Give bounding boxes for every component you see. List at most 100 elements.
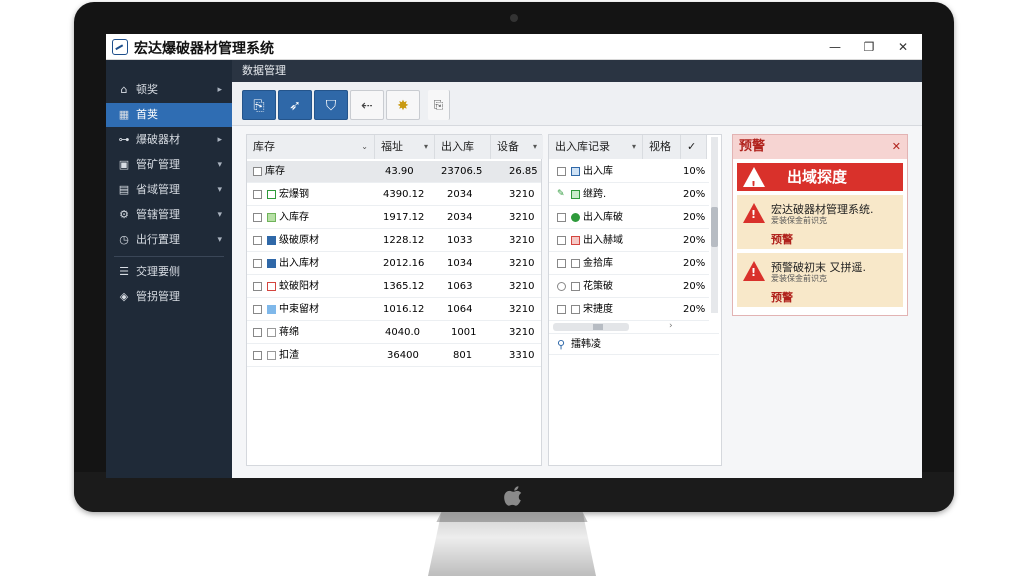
- row-checkbox[interactable]: [253, 167, 262, 176]
- table-row[interactable]: 中束留材 1016.12 1064 3210: [247, 299, 541, 321]
- transfer-icon: ⇠: [361, 98, 373, 114]
- row-checkbox[interactable]: [253, 351, 262, 360]
- column-header[interactable]: 福址 ▾: [375, 135, 435, 159]
- list-item[interactable]: 出入库破 20%: [549, 207, 709, 229]
- column-header[interactable]: ✓: [681, 135, 707, 159]
- red-box-icon: [571, 236, 580, 245]
- list-item[interactable]: 宋捷度 20%: [549, 299, 709, 321]
- alert-title: 预警 ✕: [733, 135, 907, 159]
- close-button[interactable]: ✕: [892, 37, 914, 57]
- row-checkbox[interactable]: [253, 236, 262, 245]
- row-checkbox[interactable]: [557, 259, 566, 268]
- sidebar-item-region[interactable]: ▤ 省域管理 ▾: [106, 178, 232, 202]
- table-row[interactable]: 扣渣 36400 801 3310: [247, 345, 541, 367]
- red-box-icon: [267, 282, 276, 291]
- sitemap-icon: ⊶: [118, 133, 130, 146]
- vertical-scrollbar[interactable]: [711, 137, 718, 313]
- sidebar-item-label: 管拐管理: [136, 290, 180, 303]
- box-icon: ▣: [118, 158, 130, 171]
- lightblue-box-icon: [267, 305, 276, 314]
- sidebar-item-mine[interactable]: ▣ 管矿管理 ▾: [106, 153, 232, 177]
- app-window: 宏达爆破器材管理系统 — ❐ ✕ ⌂ 顿奖 ▸ ▦ 首荚 ⊶ 爆破器材 ▸ ▣ …: [106, 34, 922, 478]
- table-row[interactable]: 出入库材 2012.16 1034 3210: [247, 253, 541, 275]
- search-label: 擂韩凌: [571, 339, 601, 350]
- sort-icon: ▾: [631, 142, 636, 151]
- row-checkbox[interactable]: [253, 213, 262, 222]
- rocket-icon: ➶: [289, 98, 301, 114]
- blue-box-icon: [267, 259, 276, 268]
- rocket-button[interactable]: ➶: [278, 90, 312, 120]
- alert-card[interactable]: ! 预警破初末 又拼遥. 爱装保金前识克 预警: [737, 253, 903, 307]
- scrollbar-thumb[interactable]: [711, 207, 718, 247]
- alert-banner: ! 出域探度: [737, 163, 903, 192]
- search-row[interactable]: ⚲ 擂韩凌: [549, 333, 719, 355]
- filter-button[interactable]: ⛉: [314, 90, 348, 120]
- table-row[interactable]: 级破原材 1228.12 1033 3210: [247, 230, 541, 252]
- table-row[interactable]: 入库存 1917.12 2034 3210: [247, 207, 541, 229]
- chevron-right-icon: ▸: [217, 85, 222, 95]
- chevron-down-icon: ▾: [217, 235, 222, 245]
- list-item[interactable]: 出入库 10%: [549, 161, 709, 183]
- table-row[interactable]: 蒋绵 4040.0 1001 3210: [247, 322, 541, 344]
- sidebar-item-label: 首荚: [136, 108, 158, 121]
- row-checkbox[interactable]: [253, 259, 262, 268]
- row-checkbox[interactable]: [571, 259, 580, 268]
- sidebar-item-travel[interactable]: ◷ 出行置理 ▾: [106, 228, 232, 252]
- row-checkbox[interactable]: [253, 190, 262, 199]
- column-header[interactable]: 出入库: [435, 135, 491, 159]
- row-checkbox[interactable]: [557, 167, 566, 176]
- filter-icon: ⛉: [325, 98, 337, 114]
- transfer-button[interactable]: ⇠: [350, 90, 384, 120]
- sidebar-item-security[interactable]: ◈ 管拐管理: [106, 285, 232, 309]
- list-item[interactable]: 金拾库 20%: [549, 253, 709, 275]
- row-checkbox[interactable]: [253, 305, 262, 314]
- file-icon: ⎘: [253, 98, 265, 114]
- row-checkbox[interactable]: [571, 305, 580, 314]
- inventory-table: 库存 ⌄ 福址 ▾ 出入库 设备 ▾ 库存 43.90 23706.5 26.8…: [246, 134, 543, 466]
- maximize-button[interactable]: ❐: [858, 37, 880, 57]
- row-radio[interactable]: [557, 282, 566, 291]
- chevron-down-icon: ▾: [217, 210, 222, 220]
- row-checkbox[interactable]: [253, 282, 262, 291]
- file-button[interactable]: ⎘: [242, 90, 276, 120]
- chevron-down-icon: ▾: [217, 185, 222, 195]
- grid-icon: ▦: [118, 108, 130, 121]
- row-checkbox[interactable]: [557, 213, 566, 222]
- burst-button[interactable]: ✸: [386, 90, 420, 120]
- row-checkbox[interactable]: [557, 236, 566, 245]
- sort-icon: ▾: [423, 142, 428, 151]
- sidebar-item-label: 出行置理: [136, 233, 180, 246]
- warning-icon: !: [743, 203, 765, 223]
- sidebar-item-materials[interactable]: ⊶ 爆破器材 ▸: [106, 128, 232, 152]
- close-icon[interactable]: ✕: [892, 135, 901, 159]
- column-header[interactable]: 视格: [643, 135, 681, 159]
- sidebar-item-reports[interactable]: ☰ 交理要侧: [106, 260, 232, 284]
- alert-card[interactable]: ! 宏达破器材管理系统. 爱装保金前识克 预警: [737, 195, 903, 249]
- table-row[interactable]: 宏爆钢 4390.12 2034 3210: [247, 184, 541, 206]
- sidebar-item-dashboard[interactable]: ▦ 首荚: [106, 103, 232, 127]
- table-row[interactable]: 蚊破阳材 1365.12 1063 3210: [247, 276, 541, 298]
- copy-button[interactable]: ⎘: [428, 90, 450, 120]
- app-logo-icon: [112, 39, 128, 55]
- column-header[interactable]: 出入库记录 ▾: [549, 135, 643, 159]
- list-item[interactable]: 出入赫域 20%: [549, 230, 709, 252]
- sidebar-item-home[interactable]: ⌂ 顿奖 ▸: [106, 78, 232, 102]
- chevron-right-icon: ▸: [217, 135, 222, 145]
- sidebar-item-label: 交理要侧: [136, 265, 180, 278]
- toolbar: ⎘ ➶ ⛉ ⇠ ✸ ⎘: [232, 82, 922, 126]
- scroll-right-icon[interactable]: ›: [669, 321, 673, 331]
- row-checkbox[interactable]: [557, 305, 566, 314]
- column-header[interactable]: 库存 ⌄: [247, 135, 375, 159]
- horizontal-scrollbar[interactable]: [553, 323, 629, 331]
- sidebar-item-jurisdiction[interactable]: ⚙ 管辖管理 ▾: [106, 203, 232, 227]
- list-item[interactable]: ✎ 继跨. 20%: [549, 184, 709, 206]
- minimize-button[interactable]: —: [824, 37, 846, 57]
- row-checkbox[interactable]: [253, 328, 262, 337]
- column-header[interactable]: 设备 ▾: [491, 135, 543, 159]
- edit-icon: ✎: [557, 189, 565, 199]
- table-row[interactable]: 库存 43.90 23706.5 26.85: [247, 161, 541, 183]
- row-checkbox[interactable]: [571, 282, 580, 291]
- green-box-icon: [267, 190, 276, 199]
- scrollbar-thumb[interactable]: [593, 324, 603, 330]
- list-item[interactable]: 花策破 20%: [549, 276, 709, 298]
